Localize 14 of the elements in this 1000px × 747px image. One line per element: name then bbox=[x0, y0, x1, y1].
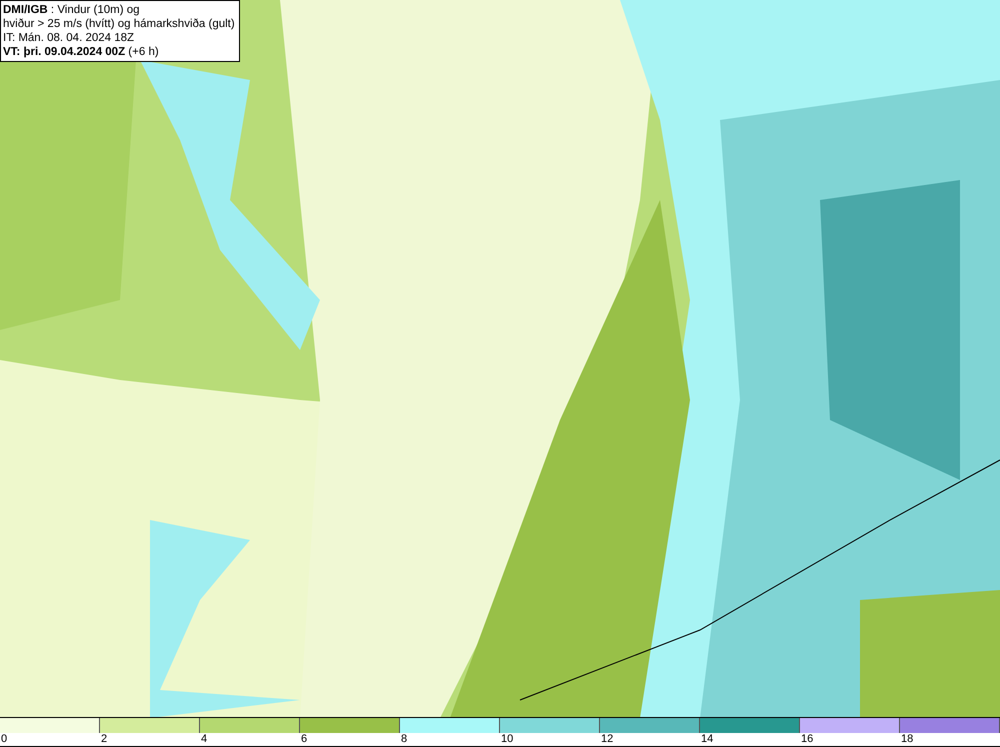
legend-label: 6 bbox=[300, 733, 308, 746]
title-line: hviður > 25 m/s (hvítt) og hámarkshviða (gult) bbox=[3, 17, 235, 31]
legend-label: 16 bbox=[800, 733, 814, 746]
legend-label: 8 bbox=[400, 733, 408, 746]
legend-label: 2 bbox=[100, 733, 108, 746]
title-line: DMI/IGB : Vindur (10m) og bbox=[3, 3, 141, 17]
legend-label: 12 bbox=[600, 733, 614, 746]
legend-label: 14 bbox=[700, 733, 714, 746]
legend-label: 10 bbox=[500, 733, 514, 746]
title-line: IT: Mán. 08. 04. 2024 18Z bbox=[3, 31, 136, 45]
title-line: VT: þri. 09.04.2024 00Z (+6 h) bbox=[3, 45, 160, 59]
legend-label: 18 bbox=[900, 733, 914, 746]
legend-label: 4 bbox=[200, 733, 208, 746]
legend-label: 0 bbox=[0, 733, 8, 746]
